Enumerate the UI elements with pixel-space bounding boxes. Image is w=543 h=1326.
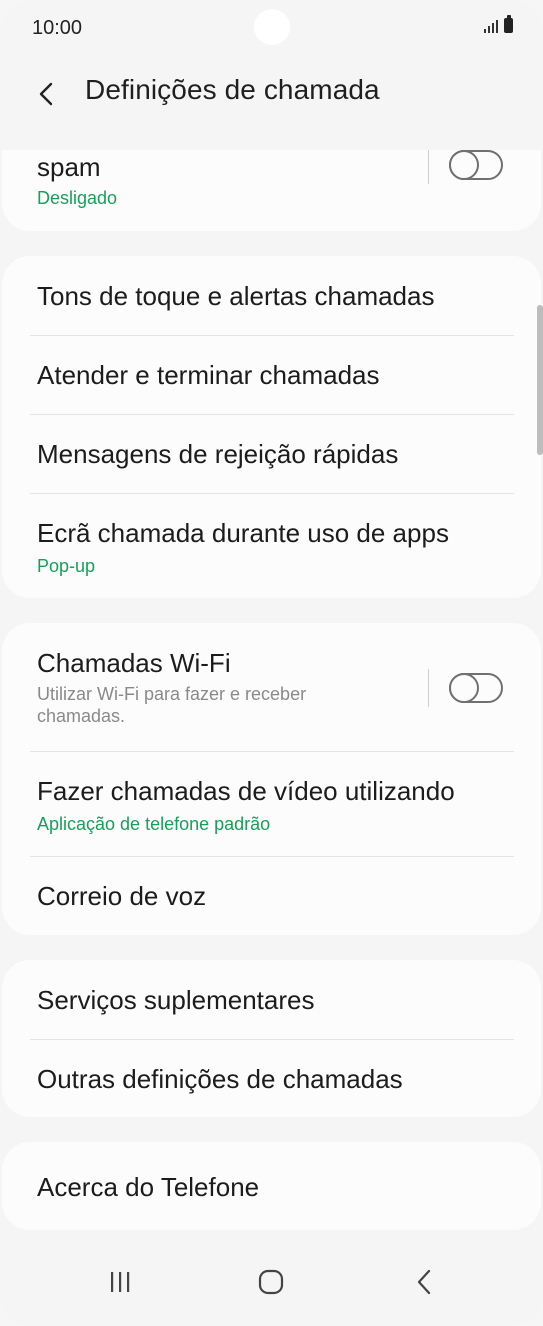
item-title: Serviços suplementares [37, 985, 315, 1015]
voicemail-title: Correio de voz [37, 881, 207, 911]
spam-setting[interactable]: spam Desligado [2, 150, 541, 231]
page-title: Definições de chamada [85, 74, 380, 105]
about-phone-title: Acerca do Telefone [37, 1172, 260, 1202]
home-icon [258, 1269, 284, 1295]
wifi-video-card: Chamadas Wi-Fi Utilizar Wi-Fi para fazer… [2, 623, 541, 935]
navigation-bar [0, 1240, 543, 1326]
home-button[interactable] [241, 1262, 301, 1302]
wifi-calling-toggle[interactable] [449, 673, 503, 703]
about-card: Acerca do Telefone [2, 1142, 541, 1230]
settings-list[interactable]: spam Desligado Tons de toque e alertas c… [0, 150, 543, 1240]
toggle-separator [428, 150, 429, 184]
item-title: Outras definições de chamadas [37, 1064, 403, 1094]
video-call-setting[interactable]: Fazer chamadas de vídeo utilizando Aplic… [2, 751, 541, 856]
item-subtitle: Pop-up [37, 556, 96, 576]
toggle-knob [449, 150, 479, 180]
voicemail-setting[interactable]: Correio de voz [2, 856, 541, 935]
back-nav-button[interactable] [394, 1262, 454, 1302]
recent-apps-button[interactable] [90, 1262, 150, 1302]
status-icons [484, 15, 513, 33]
list-item[interactable]: Ecrã chamada durante uso de apps Pop-up [2, 493, 541, 598]
status-time: 10:00 [32, 17, 83, 39]
spam-title: spam [37, 152, 101, 182]
video-call-subtitle: Aplicação de telefone padrão [37, 814, 271, 834]
wifi-calling-setting[interactable]: Chamadas Wi-Fi Utilizar Wi-Fi para fazer… [2, 623, 541, 751]
spam-card: spam Desligado [2, 150, 541, 231]
list-item[interactable]: Mensagens de rejeição rápidas [2, 414, 541, 493]
item-title: Ecrã chamada durante uso de apps [37, 518, 449, 548]
battery-icon [504, 15, 513, 33]
chevron-left-icon [39, 82, 53, 106]
scrollbar[interactable] [537, 305, 543, 455]
camera-cutout [254, 9, 290, 45]
item-title: Tons de toque e alertas chamadas [37, 281, 435, 311]
item-title: Atender e terminar chamadas [37, 360, 380, 390]
list-item[interactable]: Atender e terminar chamadas [2, 335, 541, 414]
app-header: Definições de chamada [0, 58, 543, 128]
toggle-knob [449, 673, 479, 703]
list-item[interactable]: Outras definições de chamadas [2, 1039, 541, 1117]
call-settings-card: Tons de toque e alertas chamadas Atender… [2, 256, 541, 598]
about-phone-setting[interactable]: Acerca do Telefone [2, 1142, 541, 1230]
item-title: Mensagens de rejeição rápidas [37, 439, 399, 469]
list-item[interactable]: Tons de toque e alertas chamadas [2, 256, 541, 335]
signal-icon [484, 19, 498, 33]
other-settings-card: Serviços suplementares Outras definições… [2, 960, 541, 1117]
video-call-title: Fazer chamadas de vídeo utilizando [37, 776, 455, 806]
back-button[interactable] [22, 70, 70, 118]
spam-toggle[interactable] [449, 150, 503, 180]
recent-apps-icon [111, 1272, 130, 1292]
wifi-calling-description: Utilizar Wi-Fi para fazer e receber cham… [37, 684, 307, 726]
back-icon [417, 1269, 431, 1295]
wifi-calling-title: Chamadas Wi-Fi [37, 648, 231, 678]
screen: 10:00 Definições de chamada spam Desliga… [0, 0, 543, 1326]
list-item[interactable]: Serviços suplementares [2, 960, 541, 1039]
status-bar: 10:00 [0, 0, 543, 58]
toggle-separator [428, 669, 429, 707]
spam-status: Desligado [37, 188, 118, 208]
